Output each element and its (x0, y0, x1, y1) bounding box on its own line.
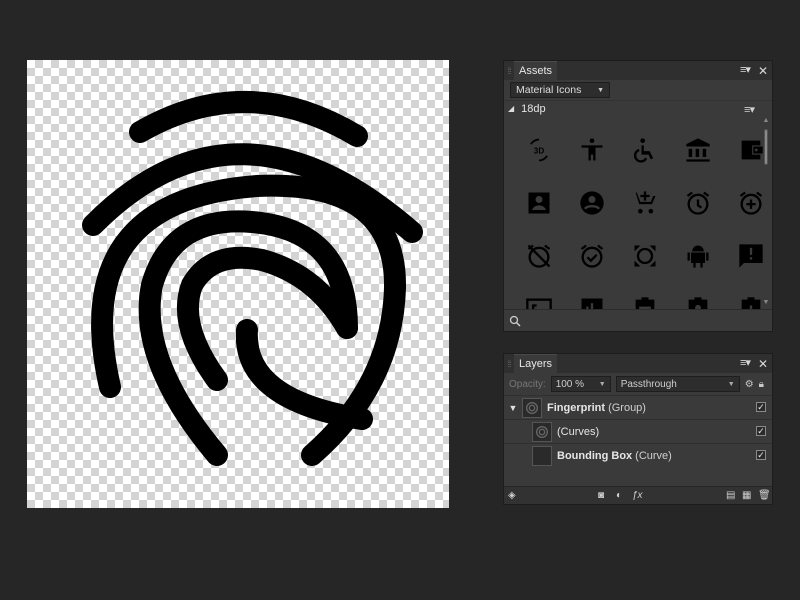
scroll-up-icon[interactable]: ▲ (762, 117, 770, 125)
visibility-checkbox[interactable]: ✓ (756, 402, 766, 412)
blend-mode-value: Passthrough (620, 378, 677, 390)
accessibility-icon[interactable] (565, 123, 618, 176)
library-dropdown[interactable]: Material Icons ▼ (510, 82, 610, 98)
search-icon[interactable] (509, 315, 521, 327)
assets-tabbar: ⁞⁞ Assets ≡▾ ✕ (504, 61, 772, 80)
layer-name: Fingerprint (Group) (547, 401, 646, 414)
close-icon[interactable]: ✕ (758, 358, 768, 370)
accessible-icon[interactable] (618, 123, 671, 176)
layer-thumbnail (532, 445, 552, 466)
category-header[interactable]: ◢ 18dp ≡▾ (504, 100, 772, 116)
chevron-down-icon: ▼ (598, 380, 606, 388)
alarm-icon[interactable] (671, 176, 724, 229)
layers-footer: ◈ ◙ ◐ ƒx ▤ ▦ 🗑︎ (504, 486, 772, 504)
blend-mode-dropdown[interactable]: Passthrough ▼ (615, 376, 740, 392)
android-icon[interactable] (671, 229, 724, 282)
layer-thumbnail (532, 421, 552, 442)
scrollbar-thumb[interactable] (764, 129, 768, 165)
fx-icon[interactable]: ƒx (632, 490, 643, 501)
asset-search-bar[interactable] (504, 309, 772, 331)
assessment-icon[interactable] (565, 282, 618, 309)
opacity-label: Opacity: (509, 378, 546, 390)
fingerprint-icon[interactable] (27, 60, 449, 508)
scroll-down-icon[interactable]: ▼ (762, 299, 770, 307)
visibility-checkbox[interactable]: ✓ (756, 426, 766, 436)
library-dropdown-value: Material Icons (516, 84, 582, 96)
layer-row[interactable]: Bounding Box (Curve) ✓ (504, 443, 772, 467)
asset-grid-viewport: 3D (504, 117, 772, 309)
panel-grip-icon[interactable]: ⁞⁞ (504, 61, 514, 80)
opacity-value: 100 % (555, 378, 585, 390)
layers-tabbar: ⁞⁞ Layers ≡▾ ✕ (504, 354, 772, 373)
tab-assets[interactable]: Assets (514, 61, 558, 80)
account-box-icon[interactable] (512, 176, 565, 229)
collapse-triangle-icon[interactable]: ◢ (508, 104, 514, 113)
expand-triangle-icon[interactable]: ▼ (504, 403, 522, 413)
layers-stack-icon[interactable]: ◈ (508, 490, 516, 501)
layer-row[interactable]: ▼ Fingerprint (Group) ✓ (504, 395, 772, 419)
document-canvas[interactable] (27, 60, 449, 508)
layer-name: Bounding Box (Curve) (557, 449, 672, 462)
mask-icon[interactable]: ◙ (598, 490, 604, 501)
layers-toolbar: Opacity: 100 % ▼ Passthrough ▼ ⚙ 🔒︎ (504, 373, 772, 395)
asset-grid: 3D (512, 123, 772, 309)
hamburger-menu-icon[interactable]: ≡▾ (740, 65, 751, 76)
adjustment-icon[interactable]: ◐ (616, 490, 622, 501)
category-menu-icon[interactable]: ≡▾ (744, 103, 755, 116)
chevron-down-icon: ▼ (727, 380, 735, 388)
gear-icon[interactable]: ⚙ (745, 379, 754, 390)
layer-name: (Curves) (557, 425, 600, 438)
assignment-icon[interactable] (618, 282, 671, 309)
account-balance-icon[interactable] (671, 123, 724, 176)
tab-layers[interactable]: Layers (514, 354, 558, 373)
layer-row[interactable]: (Curves) ✓ (504, 419, 772, 443)
account-circle-icon[interactable] (565, 176, 618, 229)
hamburger-menu-icon[interactable]: ≡▾ (740, 358, 751, 369)
layers-panel: ⁞⁞ Layers ≡▾ ✕ Opacity: 100 % ▼ Passthro… (503, 353, 773, 505)
app-window: ⁞⁞ Assets ≡▾ ✕ Material Icons ▼ ◢ 18dp ≡… (0, 0, 800, 600)
3d-rotation-icon[interactable]: 3D (512, 123, 565, 176)
chevron-down-icon: ▼ (597, 86, 604, 94)
lock-icon[interactable]: 🔒︎ (759, 379, 764, 390)
close-icon[interactable]: ✕ (758, 65, 768, 77)
panel-grip-icon[interactable]: ⁞⁞ (504, 354, 514, 373)
assignment-ind-icon[interactable] (671, 282, 724, 309)
alarm-on-icon[interactable] (565, 229, 618, 282)
add-shopping-cart-icon[interactable] (618, 176, 671, 229)
opacity-dropdown[interactable]: 100 % ▼ (550, 376, 611, 392)
aspect-ratio-icon[interactable] (512, 282, 565, 309)
duplicate-icon[interactable]: ▦ (742, 490, 751, 501)
alarm-off-icon[interactable] (512, 229, 565, 282)
visibility-checkbox[interactable]: ✓ (756, 450, 766, 460)
asset-grid-scrollbar[interactable]: ▲ ▼ (762, 117, 770, 309)
trash-icon[interactable]: 🗑︎ (758, 490, 771, 501)
all-out-icon[interactable] (618, 229, 671, 282)
category-label: 18dp (521, 102, 546, 115)
layer-thumbnail (522, 397, 542, 418)
new-layer-icon[interactable]: ▤ (726, 490, 735, 501)
assets-panel: ⁞⁞ Assets ≡▾ ✕ Material Icons ▼ ◢ 18dp ≡… (503, 60, 773, 332)
assets-toolbar: Material Icons ▼ (504, 80, 772, 100)
svg-text:3D: 3D (533, 146, 544, 155)
